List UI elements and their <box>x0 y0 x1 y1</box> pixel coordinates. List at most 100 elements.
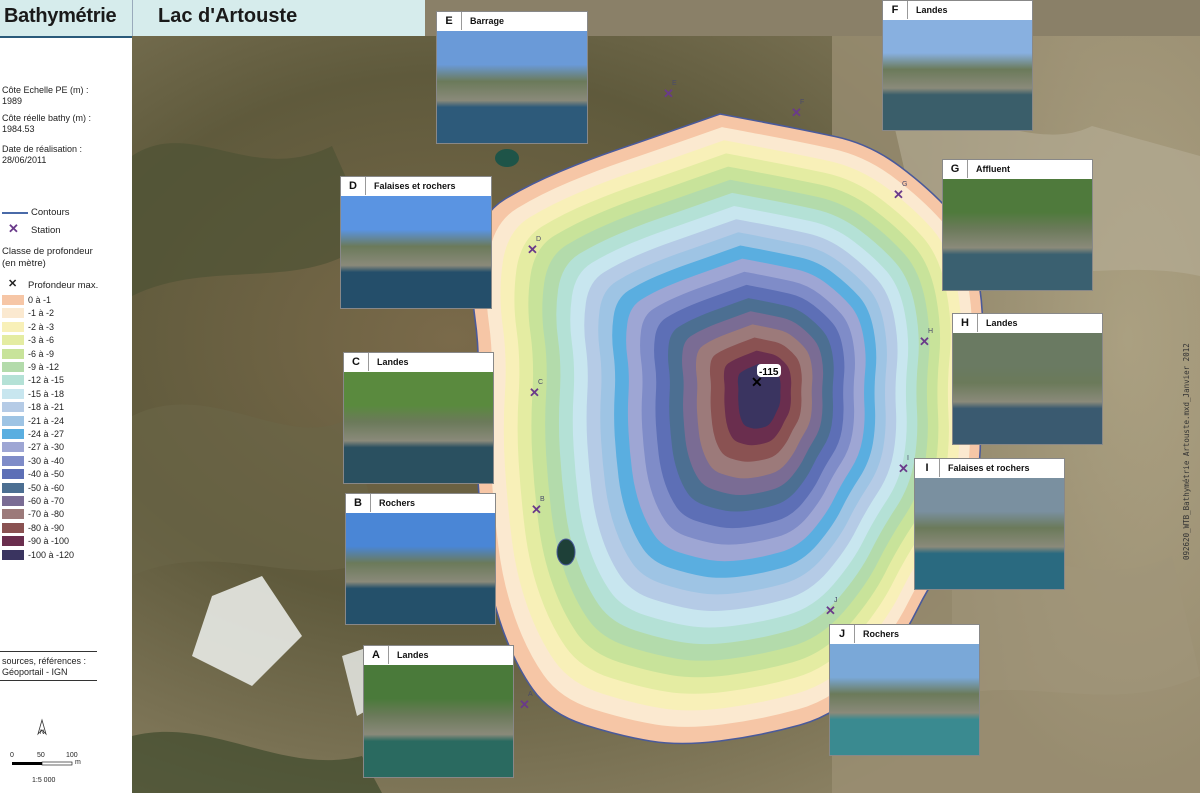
depth-class-label: -27 à -30 <box>28 442 65 453</box>
depth-class-row: -21 à -24 <box>2 415 64 427</box>
small-pond-north <box>495 149 519 167</box>
station-photo <box>953 333 1102 444</box>
station-photo <box>943 179 1092 290</box>
depth-class-swatch <box>2 402 24 413</box>
sources-divider-top <box>0 651 97 652</box>
depth-class-row: -24 à -27 <box>2 428 64 440</box>
station-label: H <box>928 328 933 335</box>
photo-title: Falaises et rochers <box>948 463 1030 473</box>
station-photo <box>915 478 1064 589</box>
photo-station-letter: I <box>915 459 940 477</box>
depth-class-label: -6 à -9 <box>28 348 55 359</box>
title-divider <box>132 0 133 36</box>
depth-class-swatch <box>2 549 24 560</box>
depth-class-row: -60 à -70 <box>2 495 64 507</box>
photo-title: Landes <box>916 5 948 15</box>
scale-tick-100: 100 <box>66 752 78 759</box>
depth-class-label: 0 à -1 <box>28 295 52 305</box>
depth-class-label: -50 à -60 <box>28 482 65 493</box>
depth-class-label: -80 à -90 <box>28 522 65 533</box>
depth-class-row: 0 à -1 <box>2 294 51 306</box>
station-photo <box>341 196 491 308</box>
depth-class-label: -40 à -50 <box>28 469 65 480</box>
depth-class-row: -12 à -15 <box>2 374 64 386</box>
photo-card-b: B Rochers <box>345 493 496 625</box>
depth-class-label: -12 à -15 <box>28 375 65 386</box>
station-symbol-icon: ✕ <box>8 221 19 236</box>
station-photo <box>346 513 495 624</box>
station-marker-icon: ✕ <box>529 385 540 400</box>
depth-class-row: -70 à -80 <box>2 508 64 520</box>
depth-class-swatch <box>2 509 24 520</box>
depth-class-row: -27 à -30 <box>2 441 64 453</box>
island <box>556 538 576 566</box>
depth-class-swatch <box>2 295 24 305</box>
scale-unit: m <box>75 759 81 766</box>
max-depth-legend-label: Profondeur max. <box>28 280 99 291</box>
depth-class-label: -18 à -21 <box>28 402 65 413</box>
contours-symbol <box>2 212 28 214</box>
station-label: I <box>907 455 909 462</box>
depth-class-label: -30 à -40 <box>28 455 65 466</box>
scale-tick-0: 0 <box>10 752 14 759</box>
photo-header: C Landes <box>344 353 493 371</box>
depth-class-label: -1 à -2 <box>28 308 55 319</box>
depth-class-swatch <box>2 522 24 533</box>
photo-station-letter: G <box>943 160 968 178</box>
depth-class-swatch <box>2 482 24 493</box>
photo-title: Barrage <box>470 16 505 26</box>
depth-class-row: -3 à -6 <box>2 334 54 346</box>
photo-card-i: I Falaises et rochers <box>914 458 1065 590</box>
photo-header: B Rochers <box>346 494 495 512</box>
depth-class-row: -18 à -21 <box>2 401 64 413</box>
depth-class-label: -60 à -70 <box>28 496 65 506</box>
photo-title: Landes <box>377 357 409 367</box>
photo-header: D Falaises et rochers <box>341 177 491 195</box>
station-label: C <box>538 379 543 386</box>
depth-class-swatch <box>2 455 24 466</box>
map-title: Bathymétrie <box>4 5 117 27</box>
photo-header: J Rochers <box>830 625 979 643</box>
station-label: A <box>528 691 533 698</box>
photo-title: Landes <box>986 318 1018 328</box>
photo-station-letter: C <box>344 353 369 371</box>
date-value: 28/06/2011 <box>2 155 47 165</box>
photo-title: Falaises et rochers <box>374 181 456 191</box>
station-legend-label: Station <box>31 225 61 236</box>
station-marker-icon: ✕ <box>898 461 909 476</box>
depth-class-swatch <box>2 321 24 332</box>
depth-class-swatch <box>2 536 24 547</box>
photo-header: A Landes <box>364 646 513 664</box>
classe-unit: (en mètre) <box>2 258 46 269</box>
depth-class-swatch <box>2 388 24 399</box>
cote-reelle-label: Côte réelle bathy (m) : <box>2 113 92 123</box>
depth-class-row: -1 à -2 <box>2 307 54 319</box>
depth-class-row: -9 à -12 <box>2 361 59 373</box>
depth-class-swatch <box>2 335 24 346</box>
station-label: F <box>800 99 804 106</box>
photo-title: Rochers <box>379 498 416 508</box>
station-marker-icon: ✕ <box>919 334 930 349</box>
station-marker-icon: ✕ <box>893 187 904 202</box>
photo-card-a: A Landes <box>363 645 514 778</box>
photo-header: E Barrage <box>437 12 587 30</box>
lake-name: Lac d'Artouste <box>158 5 298 27</box>
cote-echelle-value: 1989 <box>2 96 23 106</box>
depth-class-label: -90 à -100 <box>28 536 70 547</box>
photo-card-f: F Landes <box>882 0 1033 131</box>
station-marker-icon: ✕ <box>825 603 836 618</box>
station-marker-icon: ✕ <box>519 697 530 712</box>
photo-station-letter: H <box>953 314 978 332</box>
depth-class-row: -30 à -40 <box>2 455 64 467</box>
photo-station-letter: J <box>830 625 855 643</box>
north-label: N <box>40 730 45 736</box>
depth-class-label: -3 à -6 <box>28 335 55 346</box>
station-marker-icon: ✕ <box>531 502 542 517</box>
depth-class-label: -100 à -120 <box>28 549 75 560</box>
station-label: G <box>902 181 907 188</box>
cote-echelle-label: Côte Echelle PE (m) : <box>2 85 89 95</box>
station-marker-icon: ✕ <box>663 86 674 101</box>
depth-class-swatch <box>2 415 24 426</box>
depth-class-row: -2 à -3 <box>2 321 54 333</box>
depth-class-label: -2 à -3 <box>28 321 55 332</box>
